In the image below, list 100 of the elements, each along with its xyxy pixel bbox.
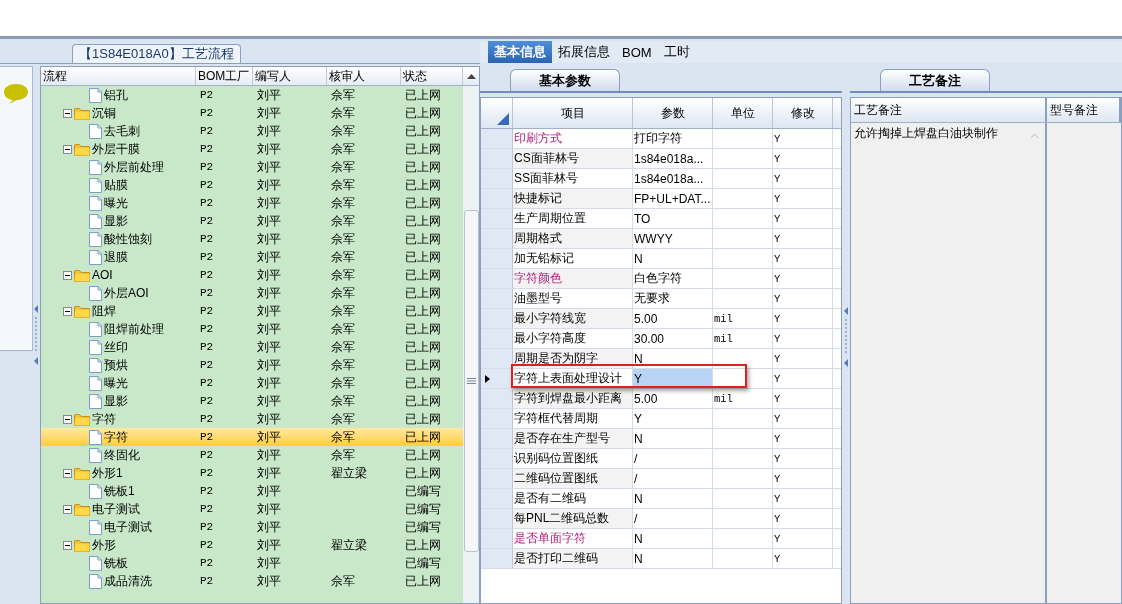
process-row[interactable]: 显影 P2 刘平 佘军 已上网: [41, 392, 463, 410]
info-tab[interactable]: 拓展信息: [552, 41, 616, 63]
params-tab[interactable]: 基本参数: [510, 69, 620, 91]
process-row[interactable]: 电子测试 P2 刘平 已编写: [41, 518, 463, 536]
author-cell-text: 刘平: [256, 266, 282, 284]
scroll-up-icon[interactable]: [466, 73, 476, 79]
value-cell[interactable]: 1s84e018a...: [633, 169, 713, 188]
collapse-icon[interactable]: [63, 468, 72, 478]
column-header[interactable]: 核审人: [327, 67, 401, 85]
collapse-icon[interactable]: [63, 144, 72, 154]
process-row[interactable]: 沉铜 P2 刘平 佘军 已上网: [41, 104, 463, 122]
factory-cell-text: P2: [199, 377, 215, 389]
process-row[interactable]: 电子测试 P2 刘平 已编写: [41, 500, 463, 518]
collapse-icon[interactable]: [63, 540, 72, 550]
column-header[interactable]: 参数: [633, 98, 713, 128]
value-cell[interactable]: /: [633, 449, 713, 468]
process-row[interactable]: 铣板 P2 刘平 已编写: [41, 554, 463, 572]
collapse-icon[interactable]: [63, 306, 72, 316]
row-header[interactable]: [481, 369, 513, 388]
item-cell: 每PNL二维码总数: [513, 509, 633, 528]
status-cell-text: 已上网: [404, 302, 442, 320]
factory-cell-text: P2: [199, 431, 215, 443]
process-row[interactable]: 阻焊前处理 P2 刘平 佘军 已上网: [41, 320, 463, 338]
info-tab[interactable]: 基本信息: [488, 41, 552, 63]
value-cell[interactable]: 无要求: [633, 289, 713, 308]
factory-cell-text: P2: [199, 359, 215, 371]
splitter-grip[interactable]: [843, 306, 849, 367]
process-row[interactable]: 铝孔 P2 刘平 佘军 已上网: [41, 86, 463, 104]
column-header[interactable]: 流程: [41, 67, 196, 85]
value-cell[interactable]: WWYY: [633, 229, 713, 248]
collapse-icon[interactable]: [63, 504, 72, 514]
value-cell[interactable]: 白色字符: [633, 269, 713, 288]
column-header[interactable]: 项目: [513, 98, 633, 128]
info-tab[interactable]: BOM: [616, 41, 658, 63]
process-row[interactable]: 外形1 P2 刘平 翟立梁 已上网: [41, 464, 463, 482]
process-row[interactable]: AOI P2 刘平 佘军 已上网: [41, 266, 463, 284]
process-row[interactable]: 退膜 P2 刘平 佘军 已上网: [41, 248, 463, 266]
process-row[interactable]: 外层AOI P2 刘平 佘军 已上网: [41, 284, 463, 302]
reviewer-cell-text: 佘军: [330, 446, 356, 464]
process-row[interactable]: 铣板1 P2 刘平 已编写: [41, 482, 463, 500]
column-header[interactable]: 修改: [773, 98, 833, 128]
column-header[interactable]: 编写人: [253, 67, 327, 85]
process-note: 允许掏掉上焊盘白油块制作: [854, 125, 998, 142]
step-name: 退膜: [104, 248, 128, 266]
process-row[interactable]: 丝印 P2 刘平 佘军 已上网: [41, 338, 463, 356]
column-header[interactable]: 单位: [713, 98, 773, 128]
value-cell[interactable]: 5.00: [633, 309, 713, 328]
column-header[interactable]: BOM工厂: [196, 67, 253, 85]
value-cell[interactable]: Y: [633, 409, 713, 428]
value-cell[interactable]: 30.00: [633, 329, 713, 348]
process-row[interactable]: 终固化 P2 刘平 佘军 已上网: [41, 446, 463, 464]
value-cell[interactable]: /: [633, 509, 713, 528]
process-row[interactable]: 曝光 P2 刘平 佘军 已上网: [41, 194, 463, 212]
process-row[interactable]: 外层前处理 P2 刘平 佘军 已上网: [41, 158, 463, 176]
value-cell[interactable]: N: [633, 549, 713, 568]
process-row[interactable]: 贴膜 P2 刘平 佘军 已上网: [41, 176, 463, 194]
process-row[interactable]: 成品清洗 P2 刘平 佘军 已上网: [41, 572, 463, 590]
process-row[interactable]: 去毛刺 P2 刘平 佘军 已上网: [41, 122, 463, 140]
process-row[interactable]: 字符 P2 刘平 佘军 已上网: [41, 410, 463, 428]
value-cell[interactable]: N: [633, 429, 713, 448]
value-cell[interactable]: 打印字符: [633, 129, 713, 148]
value-cell[interactable]: N: [633, 489, 713, 508]
modify-cell: Y: [773, 209, 833, 228]
splitter-grip[interactable]: [34, 305, 39, 365]
info-tab[interactable]: 工时: [657, 41, 696, 63]
scrollbar-thumb[interactable]: [463, 210, 479, 552]
value-cell[interactable]: 5.00: [633, 389, 713, 408]
step-name: AOI: [92, 268, 113, 282]
process-row[interactable]: 显影 P2 刘平 佘军 已上网: [41, 212, 463, 230]
value-cell[interactable]: TO: [633, 209, 713, 228]
process-row[interactable]: 外形 P2 刘平 翟立梁 已上网: [41, 536, 463, 554]
process-row[interactable]: 阻焊 P2 刘平 佘军 已上网: [41, 302, 463, 320]
document-icon: [89, 519, 102, 535]
factory-cell-text: P2: [199, 305, 215, 317]
step-name: 铣板1: [104, 482, 135, 500]
document-icon: [89, 555, 102, 571]
process-row[interactable]: 外层干膜 P2 刘平 佘军 已上网: [41, 140, 463, 158]
value-cell[interactable]: 1s84e018a...: [633, 149, 713, 168]
modify-cell: Y: [773, 469, 833, 488]
notes-tab[interactable]: 工艺备注: [880, 69, 990, 91]
process-row[interactable]: 酸性蚀刻 P2 刘平 佘军 已上网: [41, 230, 463, 248]
factory-cell-text: P2: [199, 197, 215, 209]
value-cell[interactable]: N: [633, 529, 713, 548]
item-cell: SS面菲林号: [513, 169, 633, 188]
document-icon: [89, 285, 102, 301]
value-cell[interactable]: /: [633, 469, 713, 488]
modify-cell: Y: [773, 409, 833, 428]
process-row[interactable]: 曝光 P2 刘平 佘军 已上网: [41, 374, 463, 392]
value-cell[interactable]: N: [633, 249, 713, 268]
author-cell-text: 刘平: [256, 482, 282, 500]
process-row[interactable]: 字符 P2 刘平 佘军 已上网: [41, 428, 463, 446]
collapse-icon[interactable]: [63, 414, 72, 424]
speech-bubble-icon[interactable]: [3, 83, 29, 105]
collapse-icon[interactable]: [63, 270, 72, 280]
status-cell-text: 已上网: [404, 374, 442, 392]
collapse-icon[interactable]: [63, 108, 72, 118]
column-header[interactable]: 状态: [401, 67, 463, 85]
process-row[interactable]: 预烘 P2 刘平 佘军 已上网: [41, 356, 463, 374]
value-cell[interactable]: FP+UL+DAT...: [633, 189, 713, 208]
factory-cell-text: P2: [199, 269, 215, 281]
